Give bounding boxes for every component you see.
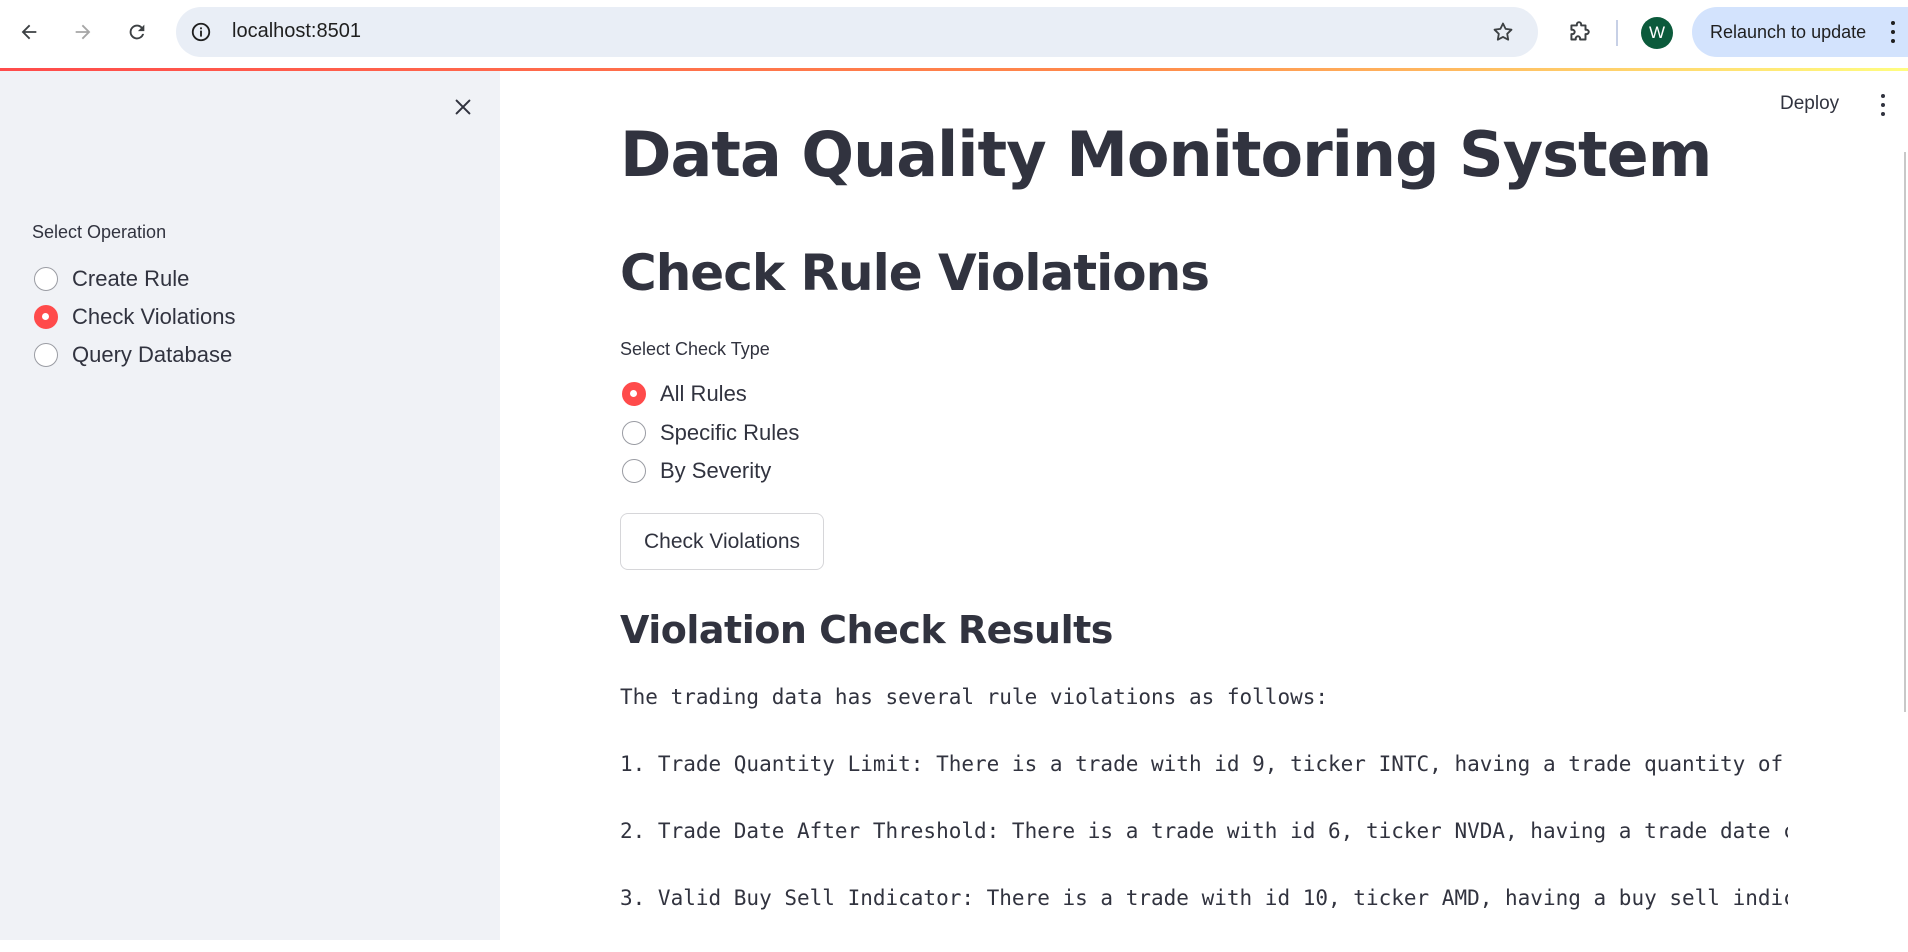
back-button[interactable] [11, 14, 47, 50]
page-title: Data Quality Monitoring System [620, 118, 1712, 191]
radio-label: All Rules [660, 381, 747, 406]
scrollbar[interactable] [1904, 152, 1906, 712]
browser-menu-icon[interactable] [1886, 19, 1900, 45]
puzzle-icon [1570, 21, 1590, 41]
radio-check-violations[interactable]: Check Violations [34, 302, 235, 332]
forward-button[interactable] [65, 14, 101, 50]
close-sidebar-icon[interactable] [449, 93, 477, 121]
radio-label: Create Rule [72, 266, 190, 291]
avatar-letter: W [1648, 23, 1666, 42]
radio-query-database[interactable]: Query Database [34, 340, 232, 370]
radio-label: By Severity [660, 458, 772, 483]
radio-circle[interactable] [34, 343, 58, 367]
check-type-label: Select Check Type [620, 339, 770, 359]
sidebar: Select Operation Create Rule Check Viola… [0, 71, 500, 940]
url-text[interactable]: localhost:8501 [232, 20, 361, 43]
relaunch-button[interactable]: Relaunch to update [1692, 7, 1908, 57]
radio-create-rule[interactable]: Create Rule [34, 264, 189, 294]
section-title: Check Rule Violations [620, 244, 1210, 302]
result-line: 3. Valid Buy Sell Indicator: There is a … [620, 886, 1788, 910]
relaunch-label: Relaunch to update [1710, 21, 1867, 42]
reload-button[interactable] [119, 14, 155, 50]
radio-circle[interactable] [622, 459, 646, 483]
app-menu-icon[interactable] [1876, 92, 1890, 118]
browser-toolbar: localhost:8501 W Relaunch to update [0, 0, 1908, 66]
reload-icon [129, 24, 145, 40]
radio-circle[interactable] [622, 421, 646, 445]
results-heading: Violation Check Results [620, 608, 1113, 652]
bookmark-star-icon[interactable] [1488, 17, 1518, 47]
result-line: 2. Trade Date After Threshold: There is … [620, 819, 1788, 843]
extensions-button[interactable] [1562, 16, 1596, 50]
deploy-button[interactable]: Deploy [1780, 93, 1839, 115]
radio-by-severity[interactable]: By Severity [622, 456, 771, 486]
check-violations-button[interactable]: Check Violations [620, 513, 824, 570]
operation-label: Select Operation [32, 222, 167, 242]
radio-circle-selected[interactable] [34, 305, 58, 329]
address-bar[interactable]: localhost:8501 [176, 7, 1538, 57]
toolbar-divider [1616, 20, 1618, 46]
radio-label: Specific Rules [660, 420, 800, 445]
radio-all-rules[interactable]: All Rules [622, 379, 747, 409]
arrow-left-icon [21, 24, 37, 40]
radio-circle-selected[interactable] [622, 382, 646, 406]
radio-circle[interactable] [34, 267, 58, 291]
site-info-icon[interactable] [188, 19, 214, 45]
results-text: The trading data has several rule violat… [620, 684, 1788, 952]
radio-specific-rules[interactable]: Specific Rules [622, 418, 799, 448]
result-line: The trading data has several rule violat… [620, 685, 1329, 709]
profile-avatar[interactable]: W [1641, 17, 1673, 49]
radio-label: Check Violations [72, 304, 236, 329]
radio-label: Query Database [72, 342, 233, 367]
result-line: 1. Trade Quantity Limit: There is a trad… [620, 752, 1784, 776]
arrow-right-icon [75, 24, 91, 40]
